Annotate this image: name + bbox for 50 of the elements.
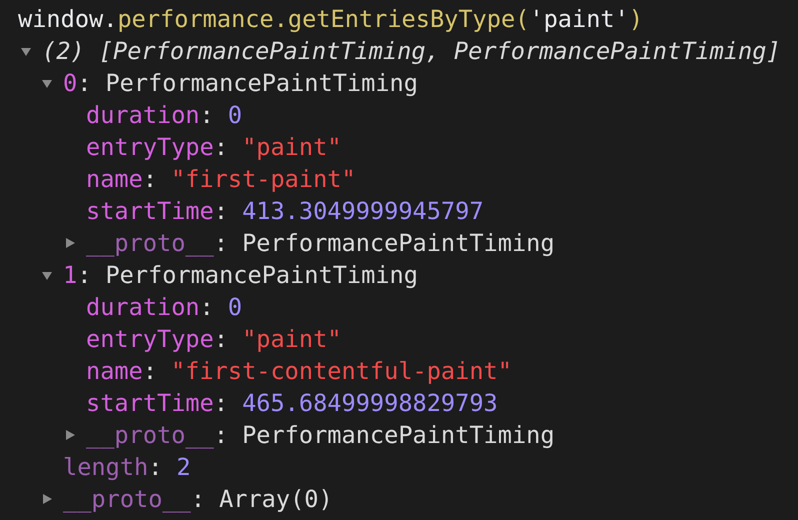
expand-triangle-icon[interactable] [64, 237, 76, 249]
colon: : [190, 484, 206, 515]
property-value: "paint" [242, 324, 342, 355]
console-command: window.performance.getEntriesByType('paint') [17, 4, 644, 35]
property-value: PerformancePaintTiming [105, 68, 418, 99]
property-name: __proto__ [86, 228, 214, 259]
property-name: startTime [86, 388, 214, 419]
expand-triangle-icon[interactable] [64, 429, 76, 441]
property-value: 413.3049999945797 [242, 196, 484, 227]
expand-triangle-icon[interactable] [41, 493, 53, 505]
collapse-triangle-icon[interactable] [20, 45, 32, 57]
property-name: __proto__ [63, 484, 191, 515]
colon: : [214, 196, 228, 227]
property-value: PerformancePaintTiming [242, 228, 555, 259]
colon: : [214, 388, 228, 419]
colon: : [142, 164, 158, 195]
property-value: 0 [228, 100, 242, 131]
colon: : [214, 228, 228, 259]
property-value: Array(0) [219, 484, 333, 515]
property-name: 0 [63, 68, 78, 99]
property-value: 2 [176, 452, 191, 483]
result-summary: (2) [PerformancePaintTiming, PerformancePaintTiming] [42, 36, 781, 67]
property-name: entryType [86, 132, 214, 163]
collapse-triangle-icon[interactable] [41, 269, 53, 281]
property-name: duration [86, 292, 200, 323]
property-value: "first-contentful-paint" [171, 356, 512, 387]
colon: : [200, 100, 214, 131]
property-name: name [86, 164, 143, 195]
colon: : [214, 420, 228, 451]
property-value: PerformancePaintTiming [242, 420, 555, 451]
colon: : [214, 324, 228, 355]
colon: : [214, 132, 228, 163]
property-value: PerformancePaintTiming [105, 260, 418, 291]
property-value: 0 [228, 292, 242, 323]
property-name: duration [86, 100, 200, 131]
property-value: "first-paint" [171, 164, 356, 195]
property-name: entryType [86, 324, 214, 355]
colon: : [200, 292, 214, 323]
property-name: length [63, 452, 148, 483]
property-name: name [86, 356, 143, 387]
property-name: __proto__ [86, 420, 214, 451]
property-value: "paint" [242, 132, 342, 163]
property-name: 1 [63, 260, 78, 291]
colon: : [148, 452, 162, 483]
colon: : [77, 68, 92, 99]
property-name: startTime [86, 196, 214, 227]
colon: : [77, 260, 92, 291]
colon: : [142, 356, 158, 387]
property-value: 465.68499998829793 [242, 388, 498, 419]
collapse-triangle-icon[interactable] [41, 77, 53, 89]
